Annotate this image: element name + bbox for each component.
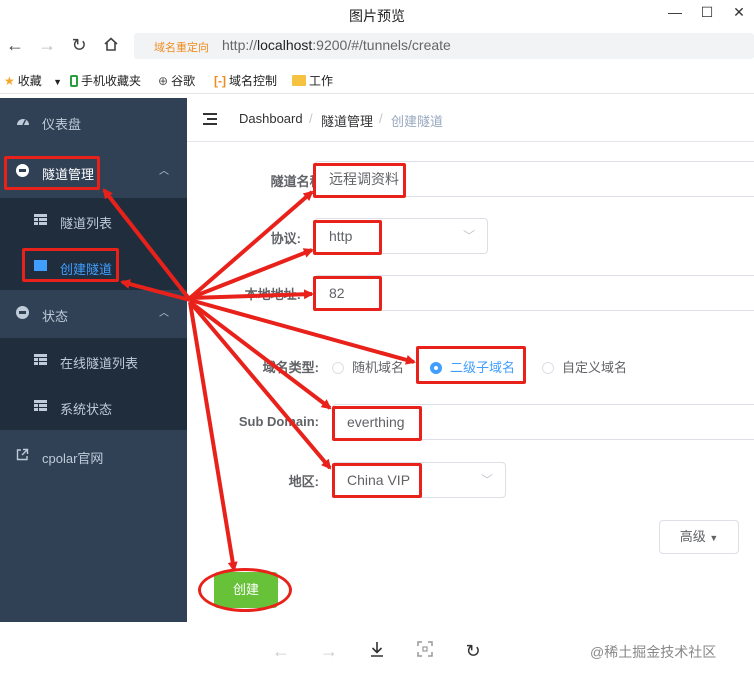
watermark: @稀土掘金技术社区 xyxy=(590,644,717,660)
annotation-box-tunnel-name xyxy=(313,163,406,198)
protocol-label: 协议: xyxy=(270,231,301,246)
download-icon[interactable] xyxy=(366,640,388,662)
table-icon xyxy=(34,354,48,368)
browser-navbar: ← → ↻ 域名重定向 http://localhost:9200/#/tunn… xyxy=(0,30,754,62)
close-button[interactable]: ✕ xyxy=(726,2,752,22)
window-title: 图片预览 xyxy=(349,8,405,24)
address-bar[interactable]: 域名重定向 http://localhost:9200/#/tunnels/cr… xyxy=(134,33,754,59)
fit-screen-icon[interactable] xyxy=(414,640,436,662)
chevron-down-icon: ﹀ xyxy=(480,473,493,487)
folder-icon xyxy=(292,75,306,86)
chevron-down-icon: ﹀ xyxy=(462,229,475,243)
rotate-icon[interactable]: ↻ xyxy=(462,640,484,662)
table-icon xyxy=(34,214,48,228)
chevron-down-icon: ▼ xyxy=(53,77,63,87)
code-icon: [-] xyxy=(214,74,226,88)
image-preview-window: 图片预览 — ☐ ✕ ← → ↻ 域名重定向 http://localhost:… xyxy=(0,0,754,680)
annotation-box-protocol xyxy=(313,220,382,255)
annotation-box-tunnel-mgmt xyxy=(4,156,100,190)
subdomain-label: Sub Domain: xyxy=(238,414,319,429)
bookmark-domain[interactable]: [-] 域名控制 xyxy=(214,72,277,89)
radio-random-domain[interactable]: 随机域名 xyxy=(332,357,404,375)
sidebar-item-system-status[interactable]: 系统状态 xyxy=(0,384,187,430)
chevron-up-icon: ︿ xyxy=(159,166,169,177)
viewer-toolbar: ← → ↻ @稀土掘金技术社区 xyxy=(0,622,754,680)
breadcrumb-tunnel-mgmt[interactable]: 隧道管理 xyxy=(321,111,373,130)
sidebar-item-dashboard[interactable]: 仪表盘 xyxy=(0,98,187,146)
reload-icon[interactable]: ↻ xyxy=(68,34,90,56)
breadcrumb-create-tunnel: 创建隧道 xyxy=(391,114,444,129)
title-bar: 图片预览 — ☐ ✕ xyxy=(0,0,754,30)
local-address-label: 本地地址: xyxy=(244,287,301,302)
minimize-button[interactable]: — xyxy=(662,2,688,22)
prev-image-icon[interactable]: ← xyxy=(270,640,292,662)
annotation-box-subdomain xyxy=(332,406,422,441)
bookmarks-bar: ★ 收藏 ▼ 手机收藏夹 ⊕ 谷歌 [-] 域名控制 工作 xyxy=(0,66,754,94)
annotation-box-subdomain-radio xyxy=(416,346,526,384)
home-icon[interactable] xyxy=(100,34,122,56)
table-icon xyxy=(34,400,48,414)
back-icon[interactable]: ← xyxy=(4,34,26,56)
bookmark-mobile[interactable]: 手机收藏夹 xyxy=(70,72,141,89)
annotation-box-create-tunnel xyxy=(22,248,119,282)
star-icon: ★ xyxy=(4,74,15,88)
next-image-icon[interactable]: → xyxy=(318,640,340,662)
advanced-button[interactable]: 高级 ▼ xyxy=(659,520,739,554)
dashboard-icon xyxy=(16,114,30,128)
breadcrumb-dashboard[interactable]: Dashboard xyxy=(239,111,303,126)
caret-down-icon: ▼ xyxy=(709,533,719,543)
bookmark-work[interactable]: 工作 xyxy=(292,72,333,89)
forward-icon[interactable]: → xyxy=(36,34,58,56)
region-label: 地区: xyxy=(288,474,319,489)
domain-type-label: 域名类型: xyxy=(262,360,319,375)
radio-custom-domain[interactable]: 自定义域名 xyxy=(542,357,627,375)
globe-icon: ⊕ xyxy=(158,74,169,88)
bookmark-google[interactable]: ⊕ 谷歌 xyxy=(158,72,195,89)
sidebar-item-tunnel-list[interactable]: 隧道列表 xyxy=(0,198,187,244)
redirect-badge: 域名重定向 xyxy=(154,42,209,54)
bookmark-favorites[interactable]: ★ 收藏 ▼ xyxy=(4,72,62,89)
annotation-box-region xyxy=(332,463,422,498)
maximize-button[interactable]: ☐ xyxy=(694,2,720,22)
circle-icon xyxy=(16,306,30,320)
phone-icon xyxy=(70,75,78,87)
sidebar-item-status[interactable]: 状态 ︿ xyxy=(0,290,187,338)
hamburger-icon[interactable] xyxy=(203,112,217,126)
sidebar-item-online-tunnels[interactable]: 在线隧道列表 xyxy=(0,338,187,384)
url-text: http://localhost:9200/#/tunnels/create xyxy=(222,37,451,53)
chevron-up-icon: ︿ xyxy=(159,308,169,319)
sidebar-item-website[interactable]: cpolar官网 xyxy=(0,432,187,480)
external-link-icon xyxy=(16,448,30,462)
tunnel-name-label: 隧道名称: xyxy=(270,174,327,189)
breadcrumb: Dashboard / 隧道管理 / 创建隧道 xyxy=(187,98,754,142)
annotation-ellipse-create xyxy=(198,568,292,612)
annotation-box-local-address xyxy=(313,276,382,311)
